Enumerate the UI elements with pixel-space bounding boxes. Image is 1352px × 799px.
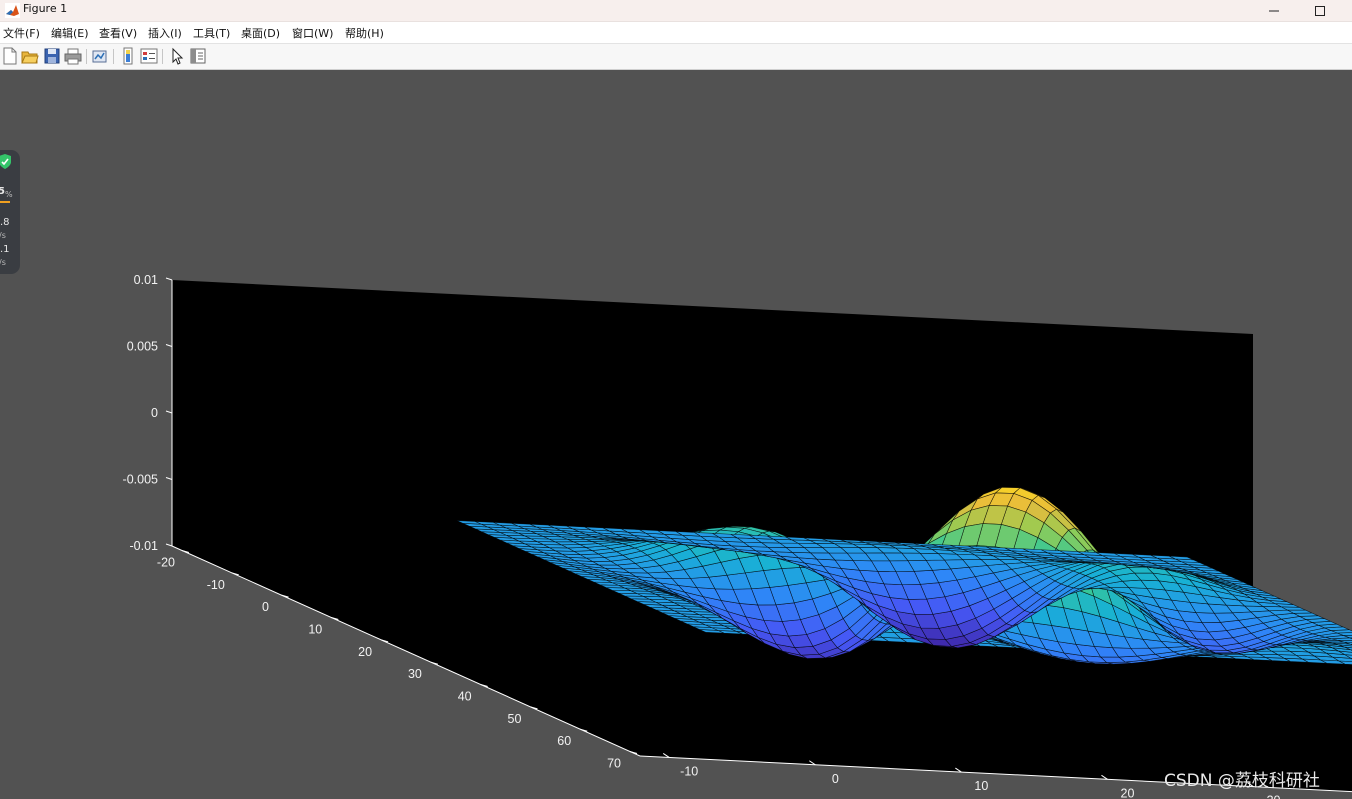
x-tick-label: -10 xyxy=(680,764,698,778)
y-tick-label: 50 xyxy=(508,712,522,726)
minimize-icon xyxy=(1269,10,1279,12)
y-tick-label: 40 xyxy=(458,690,472,704)
z-tick-mark xyxy=(165,277,173,281)
y-tick-label: 70 xyxy=(607,757,621,771)
y-tick-label: -10 xyxy=(207,578,225,592)
z-tick-mark xyxy=(165,344,173,347)
toolbar-separator xyxy=(113,49,114,64)
menu-desktop[interactable]: 桌面(D) xyxy=(241,25,280,41)
y-tick-label: 20 xyxy=(358,645,372,659)
maximize-button[interactable] xyxy=(1297,0,1343,21)
y-tick-label: -20 xyxy=(157,555,175,569)
z-tick-label: 0 xyxy=(151,406,158,420)
z-tick-mark xyxy=(165,543,173,547)
window-title: Figure 1 xyxy=(23,2,68,15)
z-tick-mark xyxy=(165,477,173,480)
menu-file[interactable]: 文件(F) xyxy=(3,25,40,41)
link-plot-icon[interactable] xyxy=(91,47,109,65)
insert-colorbar-icon[interactable] xyxy=(119,47,137,65)
toolbar-separator xyxy=(162,49,163,64)
title-bar: Figure 1 xyxy=(0,0,1352,22)
x-tick-label: 20 xyxy=(1121,786,1135,799)
surface-plot-canvas[interactable]: -0.01 -0.005 0 0.005 0.01 -20 -10 0 10 20 30 40 50 60… xyxy=(0,69,1352,799)
maximize-icon xyxy=(1315,6,1325,16)
menu-tools[interactable]: 工具(T) xyxy=(193,25,230,41)
x-tick-label: 10 xyxy=(974,779,988,793)
menu-edit[interactable]: 编辑(E) xyxy=(51,25,89,41)
menu-help[interactable]: 帮助(H) xyxy=(345,25,384,41)
insert-legend-icon[interactable] xyxy=(140,47,158,65)
z-tick-label: 0.01 xyxy=(134,273,158,287)
menu-insert[interactable]: 插入(I) xyxy=(148,25,182,41)
watermark-text: CSDN @荔枝科研社 xyxy=(1164,771,1320,791)
save-icon[interactable] xyxy=(43,47,61,65)
z-tick-label: -0.005 xyxy=(123,473,158,487)
toolbar-separator xyxy=(86,49,87,64)
z-tick-mark xyxy=(165,410,173,414)
x-tick-label: 0 xyxy=(832,772,839,786)
y-tick-label: 10 xyxy=(308,622,322,636)
z-tick-label: 0.005 xyxy=(127,340,158,354)
print-icon[interactable] xyxy=(64,47,82,65)
new-figure-icon[interactable] xyxy=(1,47,19,65)
figure-toolbar xyxy=(0,43,1352,70)
menu-view[interactable]: 查看(V) xyxy=(99,25,137,41)
matlab-logo-icon xyxy=(5,3,20,18)
menu-bar: 文件(F) 编辑(E) 查看(V) 插入(I) 工具(T) 桌面(D) 窗口(W… xyxy=(0,22,1352,43)
y-tick-label: 0 xyxy=(262,600,269,614)
menu-window[interactable]: 窗口(W) xyxy=(292,25,333,41)
y-tick-label: 30 xyxy=(408,667,422,681)
minimize-button[interactable] xyxy=(1251,0,1297,21)
x-tick-label: 30 xyxy=(1267,794,1281,799)
z-tick-label: -0.01 xyxy=(130,539,159,553)
property-inspector-icon[interactable] xyxy=(189,47,207,65)
open-file-icon[interactable] xyxy=(21,47,39,65)
y-tick-label: 60 xyxy=(557,734,571,748)
pointer-icon[interactable] xyxy=(168,47,186,65)
